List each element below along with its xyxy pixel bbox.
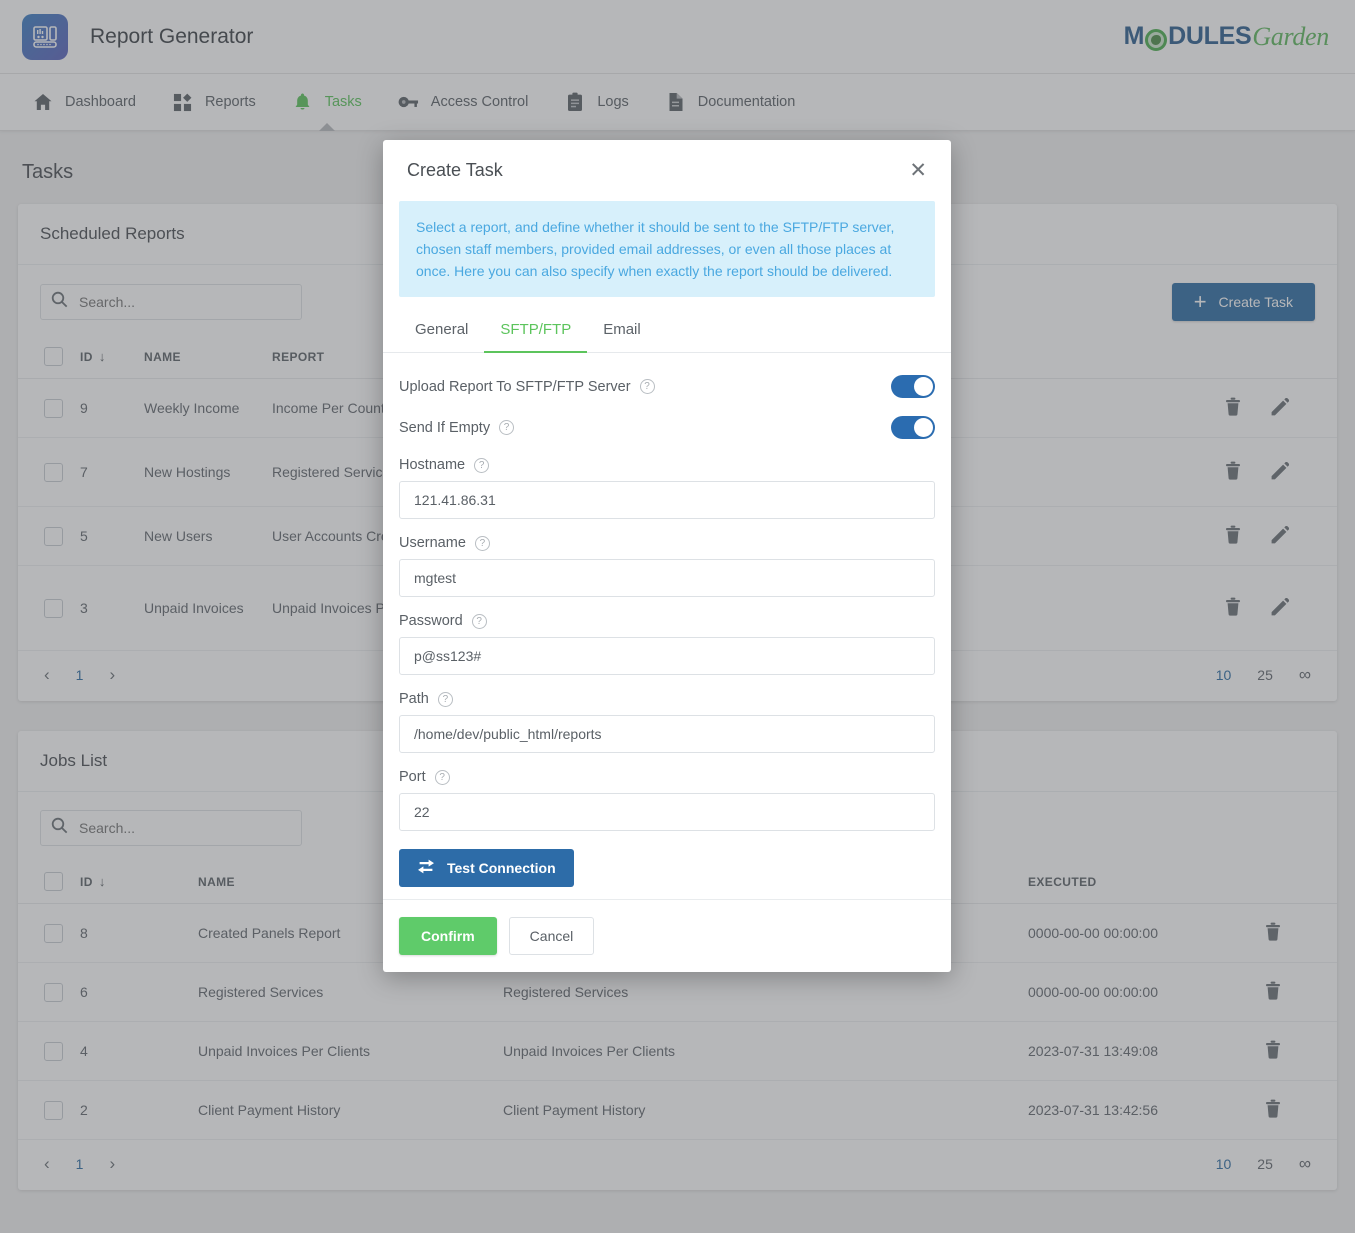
path-label-wrap: Path ? — [399, 691, 935, 707]
send-if-empty-row: Send If Empty ? — [399, 416, 935, 439]
help-icon[interactable]: ? — [499, 420, 515, 435]
send-if-empty-label-wrap: Send If Empty ? — [399, 419, 515, 436]
modal-body: Upload Report To SFTP/FTP Server ? Send … — [383, 353, 951, 899]
username-label: Username — [399, 535, 466, 551]
help-icon[interactable]: ? — [474, 457, 490, 473]
hostname-input[interactable] — [399, 481, 935, 519]
modal-title: Create Task — [407, 160, 503, 180]
username-input[interactable] — [399, 559, 935, 597]
path-label: Path — [399, 691, 429, 707]
password-input[interactable] — [399, 637, 935, 675]
create-task-modal: Create Task ✕ Select a report, and defin… — [383, 140, 951, 972]
test-connection-label: Test Connection — [447, 860, 556, 876]
hostname-label: Hostname — [399, 457, 466, 473]
help-icon[interactable]: ? — [471, 613, 487, 629]
cancel-button[interactable]: Cancel — [508, 917, 595, 955]
username-label-wrap: Username ? — [399, 535, 935, 551]
send-if-empty-label: Send If Empty — [399, 419, 491, 436]
hostname-label-wrap: Hostname ? — [399, 457, 935, 473]
port-label-wrap: Port ? — [399, 769, 935, 785]
upload-report-row: Upload Report To SFTP/FTP Server ? — [399, 375, 935, 398]
help-icon[interactable]: ? — [474, 535, 490, 551]
upload-report-toggle[interactable] — [891, 375, 935, 398]
exchange-arrows-icon — [417, 859, 435, 877]
modal-tabs: General SFTP/FTP Email — [383, 297, 951, 353]
password-label-wrap: Password ? — [399, 613, 935, 629]
modal-header: Create Task ✕ — [383, 140, 951, 195]
close-icon[interactable]: ✕ — [909, 160, 927, 181]
upload-report-label: Upload Report To SFTP/FTP Server — [399, 378, 631, 395]
tab-email[interactable]: Email — [587, 311, 657, 353]
password-label: Password — [399, 613, 463, 629]
port-field-group: Port ? — [399, 769, 935, 831]
modal-info-text: Select a report, and define whether it s… — [399, 201, 935, 297]
hostname-field-group: Hostname ? — [399, 457, 935, 519]
path-field-group: Path ? — [399, 691, 935, 753]
upload-report-label-wrap: Upload Report To SFTP/FTP Server ? — [399, 379, 655, 395]
test-connection-button[interactable]: Test Connection — [399, 849, 574, 887]
username-field-group: Username ? — [399, 535, 935, 597]
help-icon[interactable]: ? — [434, 769, 450, 785]
help-icon[interactable]: ? — [639, 379, 655, 394]
tab-sftp-ftp[interactable]: SFTP/FTP — [484, 311, 588, 353]
help-icon[interactable]: ? — [437, 691, 453, 707]
modal-footer: Confirm Cancel — [383, 899, 951, 972]
send-if-empty-toggle[interactable] — [891, 416, 935, 439]
port-input[interactable] — [399, 793, 935, 831]
port-label: Port — [399, 769, 426, 785]
tab-general[interactable]: General — [399, 311, 484, 353]
password-field-group: Password ? — [399, 613, 935, 675]
confirm-button[interactable]: Confirm — [399, 917, 497, 955]
path-input[interactable] — [399, 715, 935, 753]
